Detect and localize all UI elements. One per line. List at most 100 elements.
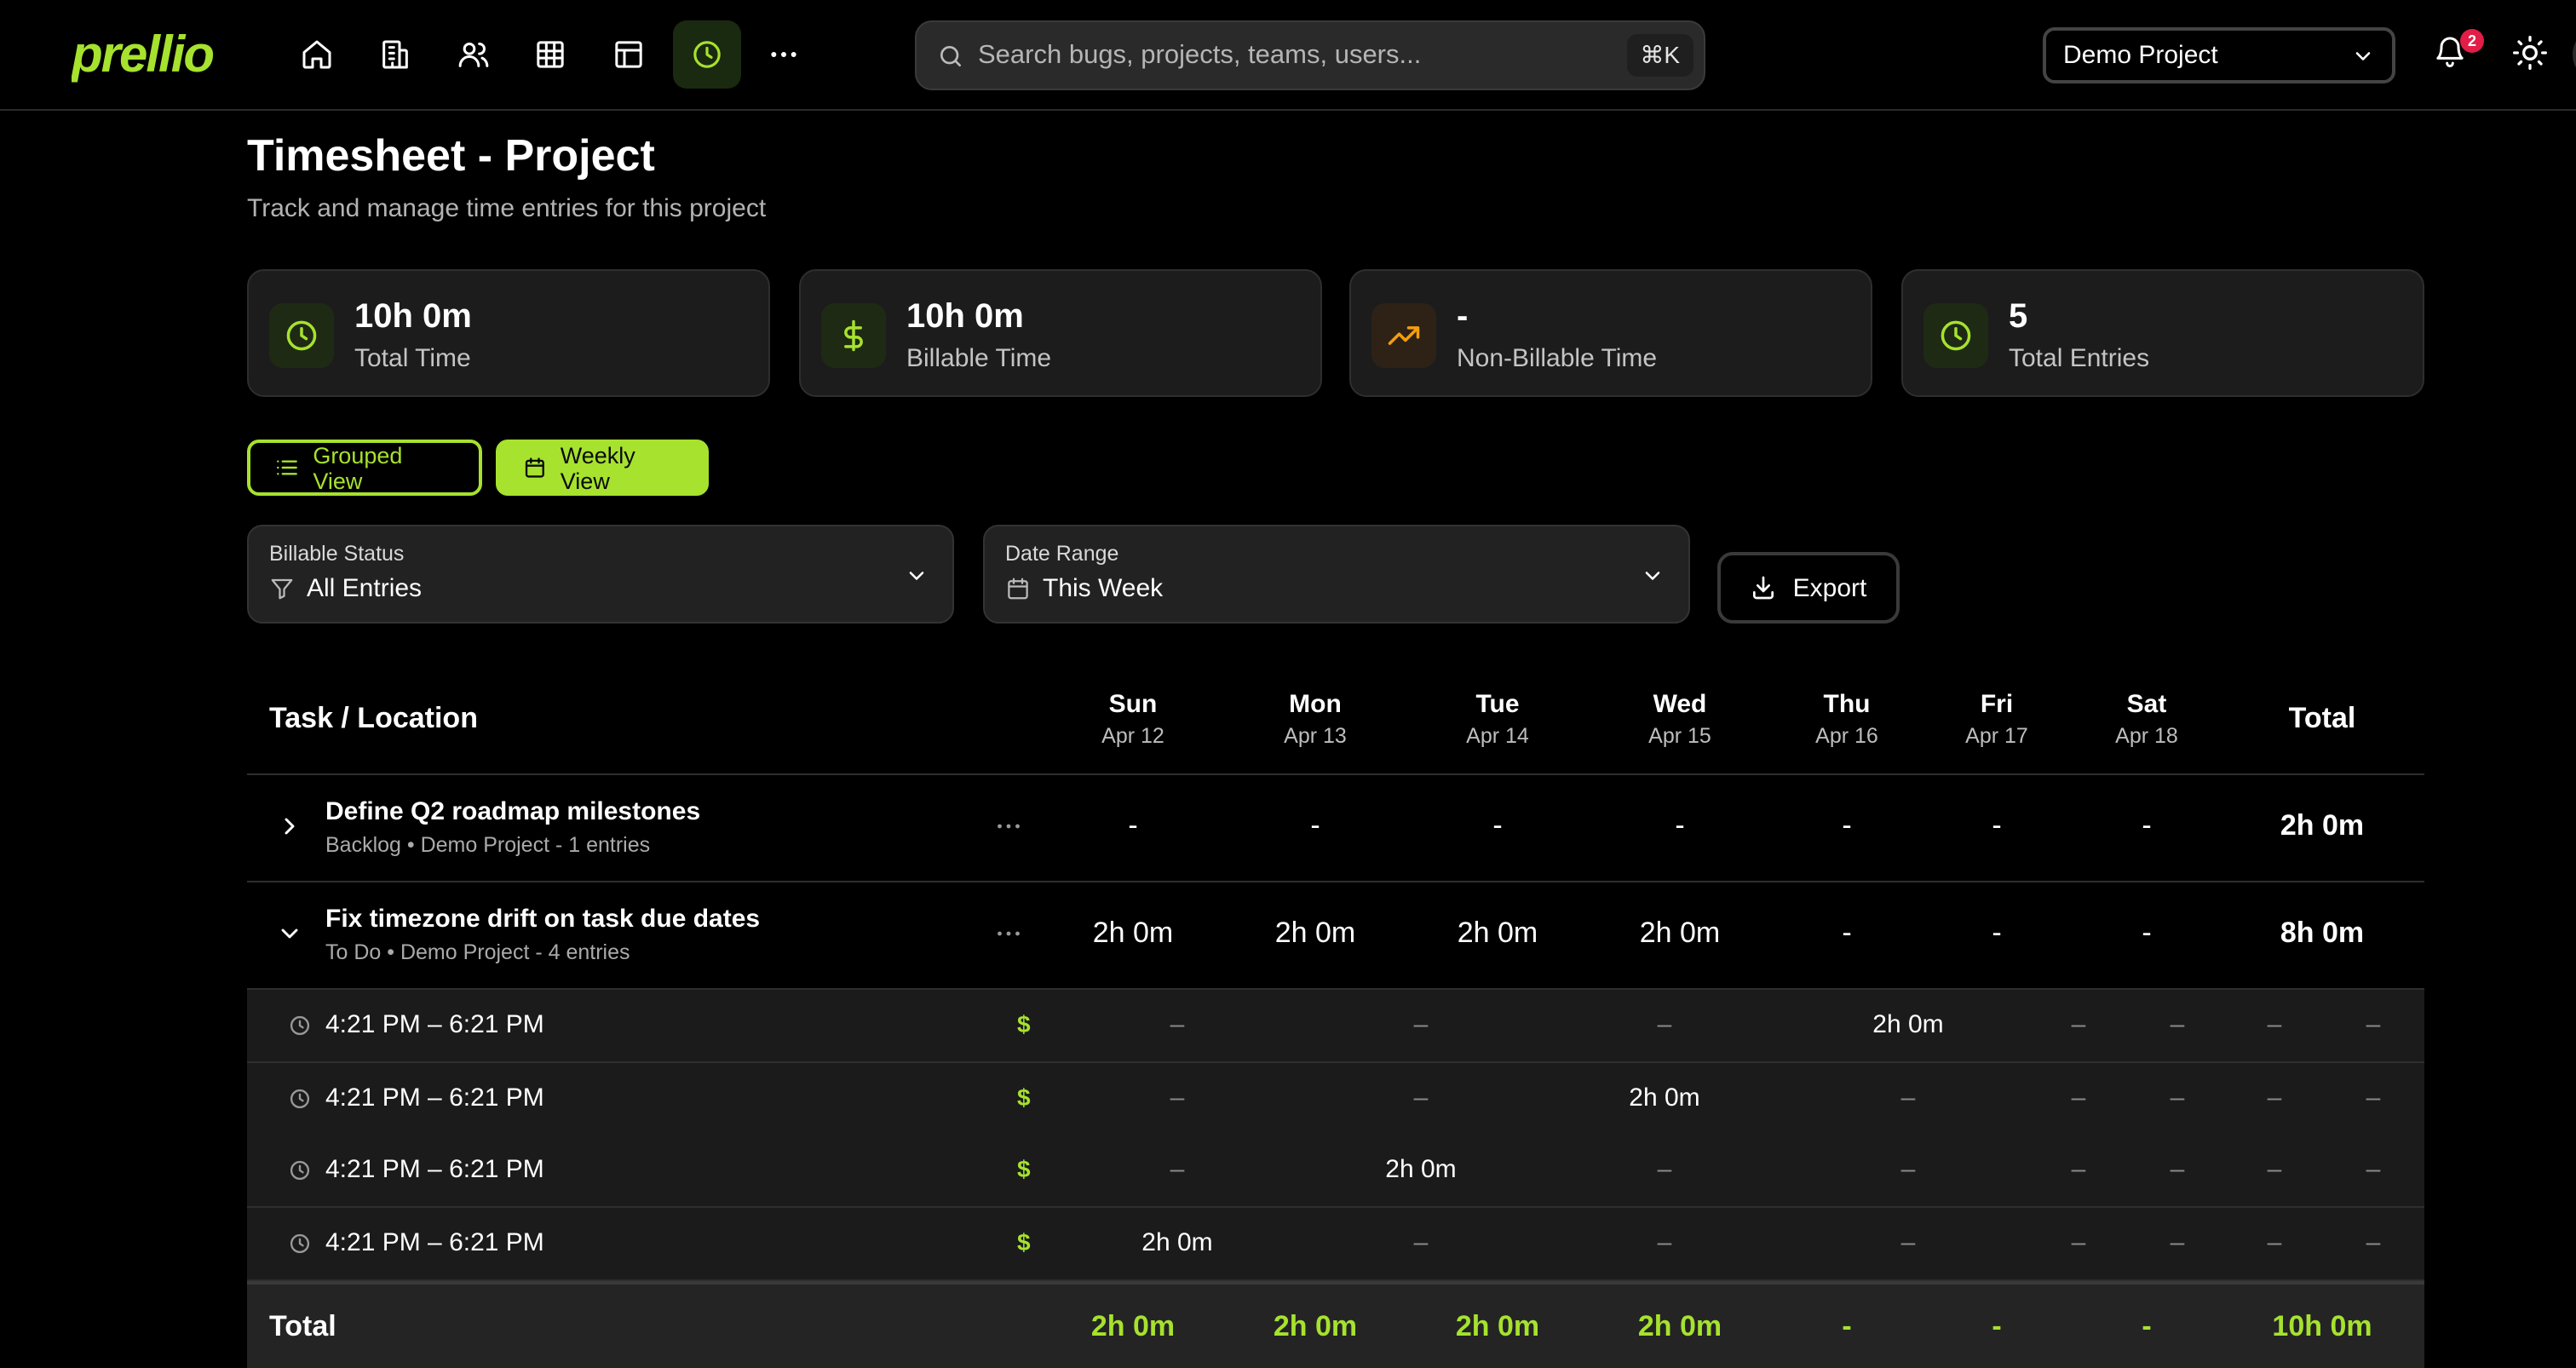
entry-cell: – bbox=[1900, 1083, 1916, 1112]
time-entry-row[interactable]: 4:21 PM – 6:21 PM $ – – 2h 0m – – – – – bbox=[247, 1063, 2424, 1136]
clock-icon bbox=[1941, 320, 1971, 351]
list-icon bbox=[277, 460, 297, 475]
theme-toggle-sun-icon[interactable] bbox=[2511, 34, 2549, 72]
more-horizontal-icon[interactable] bbox=[993, 918, 1024, 949]
building-icon bbox=[382, 40, 408, 69]
day-name: Tue bbox=[1475, 690, 1520, 719]
column-header-task: Task / Location bbox=[269, 702, 478, 734]
task-total: 2h 0m bbox=[2280, 809, 2365, 842]
day-cell: - bbox=[2142, 917, 2152, 949]
task-total: 8h 0m bbox=[2280, 917, 2365, 949]
column-header-day: Wed Apr 15 bbox=[1612, 690, 1748, 748]
stat-total-time: 10h 0m Total Time bbox=[247, 269, 770, 397]
clock-icon bbox=[286, 320, 317, 351]
entry-time-range: 4:21 PM – 6:21 PM bbox=[325, 1155, 544, 1184]
search-placeholder: Search bugs, projects, teams, users... bbox=[978, 40, 1422, 69]
billable-status-filter[interactable]: Billable Status All Entries bbox=[247, 525, 954, 624]
stat-icon-box bbox=[269, 303, 334, 368]
time-entry-row[interactable]: 4:21 PM – 6:21 PM $ 2h 0m – – – – – – – bbox=[247, 1208, 2424, 1281]
day-date: Apr 17 bbox=[1965, 724, 2028, 748]
column-header-day: Sun Apr 12 bbox=[1065, 690, 1201, 748]
day-name: Sun bbox=[1108, 690, 1158, 719]
total-day-cell: 2h 0m bbox=[1273, 1310, 1358, 1342]
stat-value: 10h 0m bbox=[354, 298, 472, 336]
calendar-icon bbox=[525, 457, 544, 478]
total-day-cell: 2h 0m bbox=[1090, 1310, 1176, 1342]
filter-value-text: This Week bbox=[1043, 574, 1164, 603]
stat-value: 10h 0m bbox=[906, 298, 1024, 336]
filter-value-text: All Entries bbox=[307, 574, 423, 603]
nav-grid[interactable] bbox=[516, 20, 584, 89]
notification-count-badge: 2 bbox=[2460, 29, 2484, 53]
day-cell: - bbox=[1675, 809, 1685, 842]
time-entry-row[interactable]: 4:21 PM – 6:21 PM $ – – – 2h 0m – – – – bbox=[247, 990, 2424, 1063]
nav-layout[interactable] bbox=[595, 20, 663, 89]
nav-teams[interactable] bbox=[440, 20, 508, 89]
chevron-down-icon[interactable] bbox=[276, 920, 303, 947]
nav-organizations[interactable] bbox=[361, 20, 429, 89]
total-day-cell: - bbox=[1992, 1310, 2002, 1342]
entry-time-range: 4:21 PM – 6:21 PM bbox=[325, 1083, 544, 1112]
global-search[interactable]: Search bugs, projects, teams, users... ⌘… bbox=[915, 20, 1705, 90]
billable-dollar-icon: $ bbox=[1017, 1083, 1031, 1111]
entry-cell: 2h 0m bbox=[1141, 1228, 1213, 1257]
calendar-icon bbox=[1008, 578, 1028, 600]
billable-dollar-icon: $ bbox=[1017, 1010, 1031, 1037]
stat-icon-box bbox=[1371, 303, 1436, 368]
timesheet-header-row: Task / Location Sun Apr 12 Mon Apr 13 Tue A… bbox=[247, 668, 2424, 775]
column-header-day: Mon Apr 13 bbox=[1247, 690, 1383, 748]
total-day-cell: 2h 0m bbox=[1455, 1310, 1540, 1342]
day-cell: 2h 0m bbox=[1457, 917, 1538, 949]
chevron-right-icon[interactable] bbox=[276, 813, 303, 840]
chevron-down-icon bbox=[1645, 572, 1660, 580]
weekly-view-button[interactable]: Weekly View bbox=[496, 440, 709, 496]
task-meta: Backlog • Demo Project - 1 entries bbox=[325, 833, 651, 857]
project-selector[interactable]: Demo Project bbox=[2043, 27, 2395, 83]
day-name: Fri bbox=[1980, 690, 2014, 719]
search-icon bbox=[940, 45, 961, 66]
entry-cell: 2h 0m bbox=[1629, 1083, 1700, 1112]
entry-cell: – bbox=[1170, 1083, 1185, 1112]
task-name[interactable]: Define Q2 roadmap milestones bbox=[325, 797, 700, 826]
stat-label: Billable Time bbox=[906, 344, 1052, 373]
task-name[interactable]: Fix timezone drift on task due dates bbox=[325, 905, 760, 934]
grouped-view-button[interactable]: Grouped View bbox=[247, 440, 482, 496]
total-day-cell: 2h 0m bbox=[1637, 1310, 1722, 1342]
brand-logo[interactable]: prellio bbox=[72, 26, 228, 83]
export-button[interactable]: Export bbox=[1717, 552, 1900, 624]
search-shortcut: ⌘K bbox=[1626, 34, 1693, 77]
grid-icon bbox=[537, 41, 564, 68]
nav-timesheet[interactable] bbox=[673, 20, 741, 89]
entry-time-range: 4:21 PM – 6:21 PM bbox=[325, 1228, 544, 1257]
day-name: Wed bbox=[1653, 690, 1707, 719]
entry-cell: – bbox=[1900, 1228, 1916, 1257]
filter-icon bbox=[271, 578, 293, 600]
stat-billable-time: 10h 0m Billable Time bbox=[799, 269, 1322, 397]
entry-cell: – bbox=[1657, 1155, 1672, 1184]
day-date: Apr 18 bbox=[2115, 724, 2178, 748]
stat-value: 5 bbox=[2009, 298, 2028, 336]
date-range-filter[interactable]: Date Range This Week bbox=[983, 525, 1690, 624]
notifications-button[interactable]: 2 bbox=[2433, 29, 2484, 72]
nav-home[interactable] bbox=[283, 20, 351, 89]
total-day-cell: - bbox=[1842, 1310, 1852, 1342]
entry-cell: – bbox=[1657, 1228, 1672, 1257]
project-selector-value: Demo Project bbox=[2063, 41, 2218, 70]
svg-text:prellio: prellio bbox=[72, 26, 213, 83]
day-cell: - bbox=[1492, 809, 1503, 842]
entry-cell: – bbox=[2366, 1010, 2381, 1039]
billable-dollar-icon: $ bbox=[1017, 1155, 1031, 1182]
day-date: Apr 12 bbox=[1101, 724, 1164, 748]
day-date: Apr 16 bbox=[1815, 724, 1878, 748]
grand-total: 10h 0m bbox=[2272, 1310, 2372, 1342]
nav-more[interactable] bbox=[750, 20, 818, 89]
weekly-view-label: Weekly View bbox=[560, 442, 635, 493]
more-horizontal-icon[interactable] bbox=[993, 811, 1024, 842]
entry-cell: – bbox=[1657, 1010, 1672, 1039]
entry-cell: 2h 0m bbox=[1385, 1155, 1457, 1184]
time-entry-row[interactable]: 4:21 PM – 6:21 PM $ – 2h 0m – – – – – – bbox=[247, 1135, 2424, 1208]
user-avatar[interactable]: DA bbox=[2573, 27, 2576, 82]
page-subtitle: Track and manage time entries for this p… bbox=[247, 194, 767, 223]
entry-cell: – bbox=[1170, 1155, 1185, 1184]
day-cell: - bbox=[1128, 809, 1138, 842]
